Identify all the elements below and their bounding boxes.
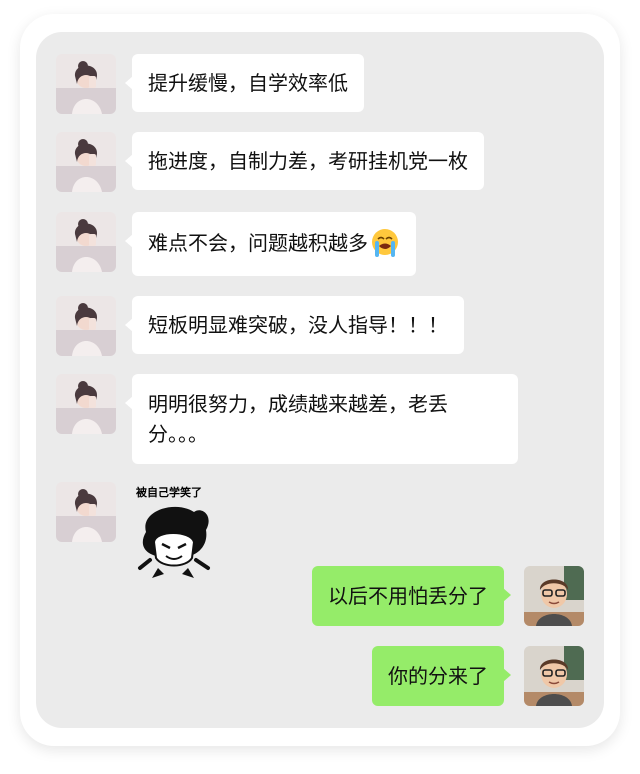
message-text-line-2: 分。。。 <box>148 422 208 446</box>
outgoing-message-bubble[interactable]: 你的分来了 <box>372 646 511 706</box>
chat-window: 提升缓慢，自学效率低 拖进度，自制力差，考研挂机党一枚 难点不会，问题越积越多 … <box>36 32 604 728</box>
sticker-caption: 被自己学笑了 <box>136 486 202 499</box>
loudly-crying-emoji-icon <box>370 228 400 258</box>
boy-avatar[interactable] <box>524 566 584 626</box>
girl-avatar[interactable] <box>56 132 116 192</box>
incoming-message-bubble[interactable]: 短板明显难突破，没人指导！！！ <box>125 296 464 354</box>
girl-avatar[interactable] <box>56 212 116 272</box>
message-text: 拖进度，自制力差，考研挂机党一枚 <box>148 149 468 173</box>
incoming-message-bubble[interactable]: 拖进度，自制力差，考研挂机党一枚 <box>125 132 484 190</box>
message-text: 难点不会，问题越积越多 <box>148 231 368 255</box>
girl-avatar[interactable] <box>56 296 116 356</box>
message-text: 你的分来了 <box>388 664 488 688</box>
outgoing-message-bubble[interactable]: 以后不用怕丢分了 <box>312 566 511 626</box>
message-text: 提升缓慢，自学效率低 <box>148 71 348 95</box>
laughing-cartoon-sticker-icon <box>138 506 210 578</box>
incoming-message-bubble[interactable]: 难点不会，问题越积越多 <box>125 212 416 276</box>
message-text: 以后不用怕丢分了 <box>328 584 488 608</box>
girl-avatar[interactable] <box>56 374 116 434</box>
incoming-message-bubble[interactable]: 提升缓慢，自学效率低 <box>125 54 364 112</box>
girl-avatar[interactable] <box>56 54 116 114</box>
message-text: 短板明显难突破，没人指导！！！ <box>148 313 448 337</box>
boy-avatar[interactable] <box>524 646 584 706</box>
message-text-line-1: 明明很努力，成绩越来越差，老丢 <box>148 392 448 416</box>
girl-avatar[interactable] <box>56 482 116 542</box>
sticker-message[interactable]: 被自己学笑了 <box>136 484 226 580</box>
incoming-message-bubble[interactable]: 明明很努力，成绩越来越差，老丢 分。。。 <box>125 374 518 464</box>
